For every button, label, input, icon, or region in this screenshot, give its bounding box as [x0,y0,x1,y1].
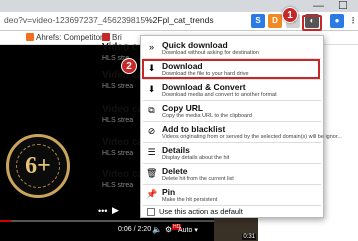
ext-label: S [255,16,261,25]
shield-icon[interactable]: S [251,14,265,28]
menu-item-title: Details [162,145,190,155]
menu-item-copy-url[interactable]: ⧉ Copy URL Copy the media URL to the cli… [141,101,323,122]
url-suffix: %2Fpl_cat_trends [145,15,214,25]
extension-highlight-box [302,15,322,31]
more-dots-icon[interactable]: ••• [98,206,107,216]
bookmark-icon [102,33,110,41]
menu-item-title: Pin [162,187,176,197]
bookmark-label: Bri [112,33,122,42]
logo-text: 6+ [25,153,51,179]
pin-icon: 📌 [146,189,158,199]
play-icon[interactable]: ▶ [112,205,119,216]
menu-item-quick-download[interactable]: » Quick download Download without asking… [141,38,323,59]
orange-ext-icon[interactable]: D [268,14,282,28]
bookmark-bri[interactable]: Bri [102,33,122,42]
player-controls: 0:06 / 2:20 🔈 ⚙ HD Auto ▾ [0,222,218,241]
delete-icon: 🗑 [146,168,158,178]
menu-item-desc: Make the hit persistent [162,197,218,203]
channel-logo: 6+ [6,134,70,198]
default-action-checkbox[interactable] [147,208,155,216]
menu-item-desc: Display details about the hit [162,155,230,161]
menu-item-pin[interactable]: 📌 Pin Make the hit persistent [141,185,323,206]
menu-divider [143,205,321,206]
download-convert-icon: ⬇ [147,84,156,94]
minimize-button[interactable]: — [313,0,324,12]
maximize-button[interactable]: ☐ [338,0,348,12]
details-icon: ☰ [147,147,156,157]
thumbnail-duration: 0:31 [242,234,256,240]
menu-item-title: Add to blacklist [162,124,226,134]
video-thumbnail[interactable]: 0:31 [214,216,258,241]
step-badge-2: 2 [121,58,137,74]
menu-item-title: Delete [162,166,188,176]
downloadhelper-menu: » Quick download Download without asking… [140,35,342,218]
url-prefix: deo?v=video-123697237_456239815 [4,15,146,25]
step-badge-1: 1 [282,7,298,23]
list-item-title: Video c [102,42,138,53]
menu-item-title: Copy URL [162,103,204,113]
ext-label: D [272,16,278,25]
bookmark-ahrefs[interactable]: Ahrefs: Competitor S [26,33,110,42]
menu-item-details[interactable]: ☰ Details Display details about the hit [141,143,323,164]
quality-select[interactable]: Auto ▾ [178,226,198,234]
menu-item-desc: Download without asking for destination [162,50,259,56]
menu-item-blacklist[interactable]: ⊘ Add to blacklist Videos originating fr… [141,122,342,143]
menu-item-desc: Delete hit from the current list [162,176,234,182]
bookmark-label: Ahrefs: Competitor S [36,33,111,42]
quality-label: Auto [178,227,193,234]
blacklist-icon: ⊘ [147,126,156,136]
download-highlight-box [142,59,320,79]
quick-download-icon: » [148,42,154,52]
kebab-menu-icon[interactable]: ⋮ [346,14,358,28]
url-text[interactable]: deo?v=video-123697237_456239815%2Fpl_cat… [4,15,214,25]
volume-icon[interactable]: 🔈 [152,225,162,234]
menu-item-desc: Videos originating from or served by the… [162,134,342,140]
menu-item-title: Download & Convert [162,82,246,92]
menu-item-desc: Download media and convert to another fo… [162,92,277,98]
default-action-label: Use this action as default [159,207,243,216]
menu-item-title: Quick download [162,40,228,50]
menu-item-delete[interactable]: 🗑 Delete Delete hit from the current lis… [141,164,323,185]
copy-url-icon: ⧉ [148,105,155,115]
ahrefs-icon [26,33,34,41]
menu-item-desc: Copy the media URL to the clipboard [162,113,252,119]
tab-strip [0,0,358,12]
menu-item-download-convert[interactable]: ⬇ Download & Convert Download media and … [141,80,323,101]
time-display: 0:06 / 2:20 [118,226,152,233]
account-icon[interactable]: ● [330,14,344,28]
